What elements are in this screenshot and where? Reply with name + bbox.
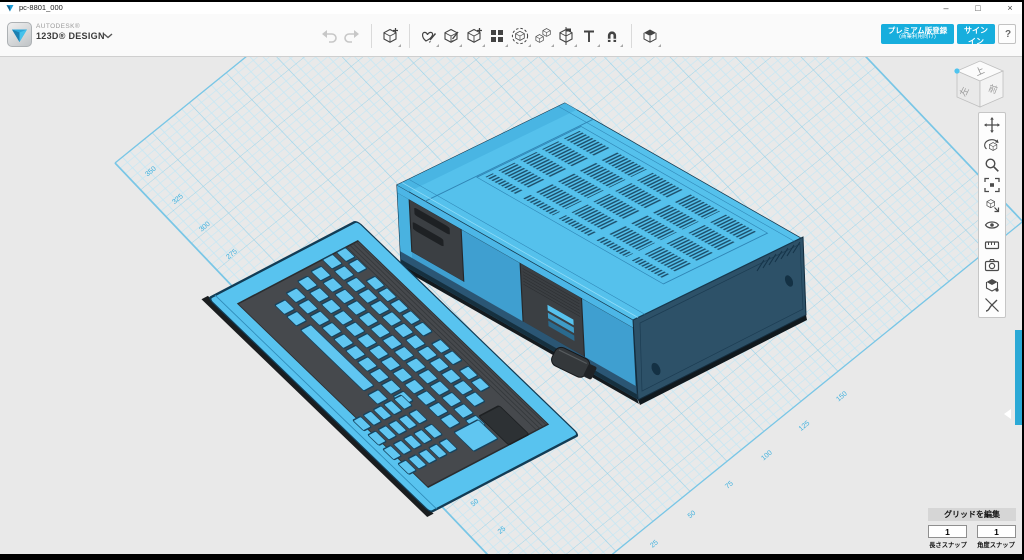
maximize-button[interactable]: □	[970, 2, 986, 14]
zoom-icon[interactable]	[981, 155, 1003, 175]
menu-chevron-icon[interactable]	[103, 33, 113, 39]
app-icon	[6, 4, 14, 12]
redo-icon[interactable]	[341, 23, 364, 49]
text-icon[interactable]	[578, 23, 601, 49]
collapse-arrow-icon[interactable]	[1004, 409, 1011, 419]
header-actions: プレミアム版登録 (商業利用向け) サインイン ?	[881, 24, 1016, 44]
view-cube[interactable]: 上 左 前	[948, 58, 1012, 114]
screenshot-icon[interactable]	[981, 255, 1003, 275]
svg-text:150: 150	[835, 390, 849, 403]
svg-text:50: 50	[687, 510, 698, 520]
material-icon[interactable]	[639, 23, 662, 49]
3d-viewport[interactable]: 3503253002752502252001751501251007550251…	[0, 57, 1022, 554]
angle-snap-input[interactable]	[977, 525, 1016, 538]
minimize-button[interactable]: –	[938, 2, 954, 14]
brand-product: 123D® DESIGN	[36, 31, 105, 41]
snap-icon[interactable]	[601, 23, 624, 49]
construct-icon[interactable]	[440, 23, 463, 49]
length-snap-input[interactable]	[928, 525, 967, 538]
primitives-icon[interactable]	[379, 23, 402, 49]
svg-text:25: 25	[649, 539, 660, 549]
navigation-toolbar	[978, 112, 1006, 318]
viewport-canvas[interactable]: 3503253002752502252001751501251007550251…	[0, 57, 1022, 554]
window-title: pc-8801_000	[19, 3, 63, 12]
visibility-icon[interactable]	[981, 215, 1003, 235]
orbit-icon[interactable]	[981, 135, 1003, 155]
view-cube-corner-dot	[954, 68, 959, 73]
snap-settings-icon[interactable]	[981, 235, 1003, 255]
app-window: pc-8801_000 – □ × AUTODESK® 123D® DESIGN	[0, 0, 1024, 560]
material-browser-icon[interactable]	[981, 275, 1003, 295]
edit-grid-button[interactable]: グリッドを編集	[928, 508, 1016, 521]
svg-text:125: 125	[798, 420, 812, 433]
main-toolbar: AUTODESK® 123D® DESIGN プレミアム版登録 (商業利用向け	[0, 14, 1022, 57]
signin-button[interactable]: サインイン	[957, 24, 995, 44]
fit-view-icon[interactable]	[981, 175, 1003, 195]
premium-button[interactable]: プレミアム版登録 (商業利用向け)	[881, 24, 954, 44]
123d-logo-icon	[8, 23, 31, 46]
toggle-outlines-icon[interactable]	[981, 295, 1003, 315]
look-at-icon[interactable]	[981, 195, 1003, 215]
premium-sublabel: (商業利用向け)	[883, 35, 952, 41]
grid-edit-panel: グリッドを編集 長さスナップ 角度スナップ	[926, 508, 1018, 549]
pan-icon[interactable]	[981, 115, 1003, 135]
svg-text:75: 75	[724, 480, 735, 490]
svg-text:100: 100	[760, 449, 774, 462]
undo-icon[interactable]	[318, 23, 341, 49]
grouping-icon[interactable]	[509, 23, 532, 49]
length-snap-label: 長さスナップ	[926, 540, 970, 549]
brand-autodesk: AUTODESK®	[36, 23, 80, 30]
panel-edge-strip[interactable]	[1015, 330, 1022, 425]
combine-icon[interactable]	[532, 23, 555, 49]
angle-snap-label: 角度スナップ	[974, 540, 1018, 549]
title-bar: pc-8801_000 – □ ×	[0, 2, 1022, 14]
app-logo[interactable]	[7, 22, 32, 47]
tool-strip	[318, 21, 662, 51]
measure-icon[interactable]	[555, 23, 578, 49]
sketch-icon[interactable]	[417, 23, 440, 49]
close-button[interactable]: ×	[1002, 2, 1018, 14]
modify-icon[interactable]	[463, 23, 486, 49]
help-button[interactable]: ?	[998, 24, 1016, 44]
pattern-icon[interactable]	[486, 23, 509, 49]
